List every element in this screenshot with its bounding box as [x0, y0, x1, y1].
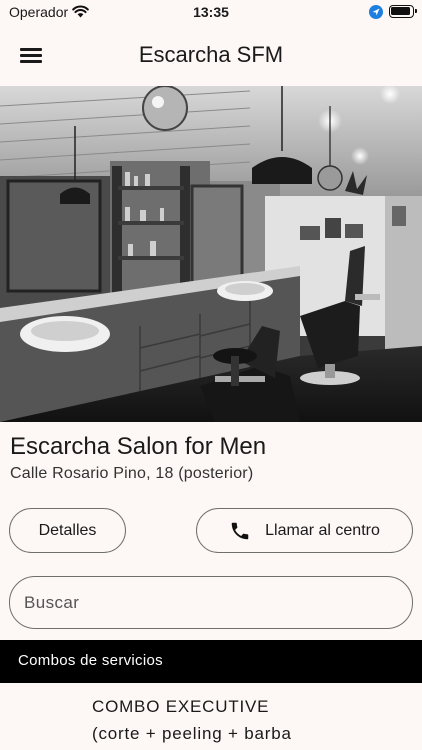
details-button-label: Detalles — [38, 521, 97, 539]
section-title: Combos de servicios — [18, 652, 163, 669]
service-item-description: (corte + peeling + barba — [92, 724, 292, 743]
services-section-header[interactable]: Combos de servicios — [0, 640, 422, 683]
app-bar: Escarcha SFM — [0, 26, 422, 86]
phone-icon — [231, 522, 249, 539]
hero-image — [0, 86, 422, 422]
location-arrow-icon — [369, 5, 383, 19]
search-field[interactable] — [9, 576, 413, 629]
clock: 13:35 — [193, 4, 229, 20]
page-title: Escarcha SFM — [138, 42, 284, 67]
battery-icon — [389, 5, 417, 18]
details-button[interactable]: Detalles — [9, 508, 126, 553]
status-bar: Operador 13:35 — [0, 0, 422, 26]
call-center-button[interactable]: Llamar al centro — [196, 508, 413, 553]
service-item-title[interactable]: COMBO EXECUTIVE — [92, 697, 269, 717]
salon-address: Calle Rosario Pino, 18 (posterior) — [10, 465, 254, 482]
search-input[interactable] — [24, 591, 394, 615]
salon-name: Escarcha Salon for Men — [10, 433, 267, 460]
call-center-label: Llamar al centro — [265, 521, 380, 539]
